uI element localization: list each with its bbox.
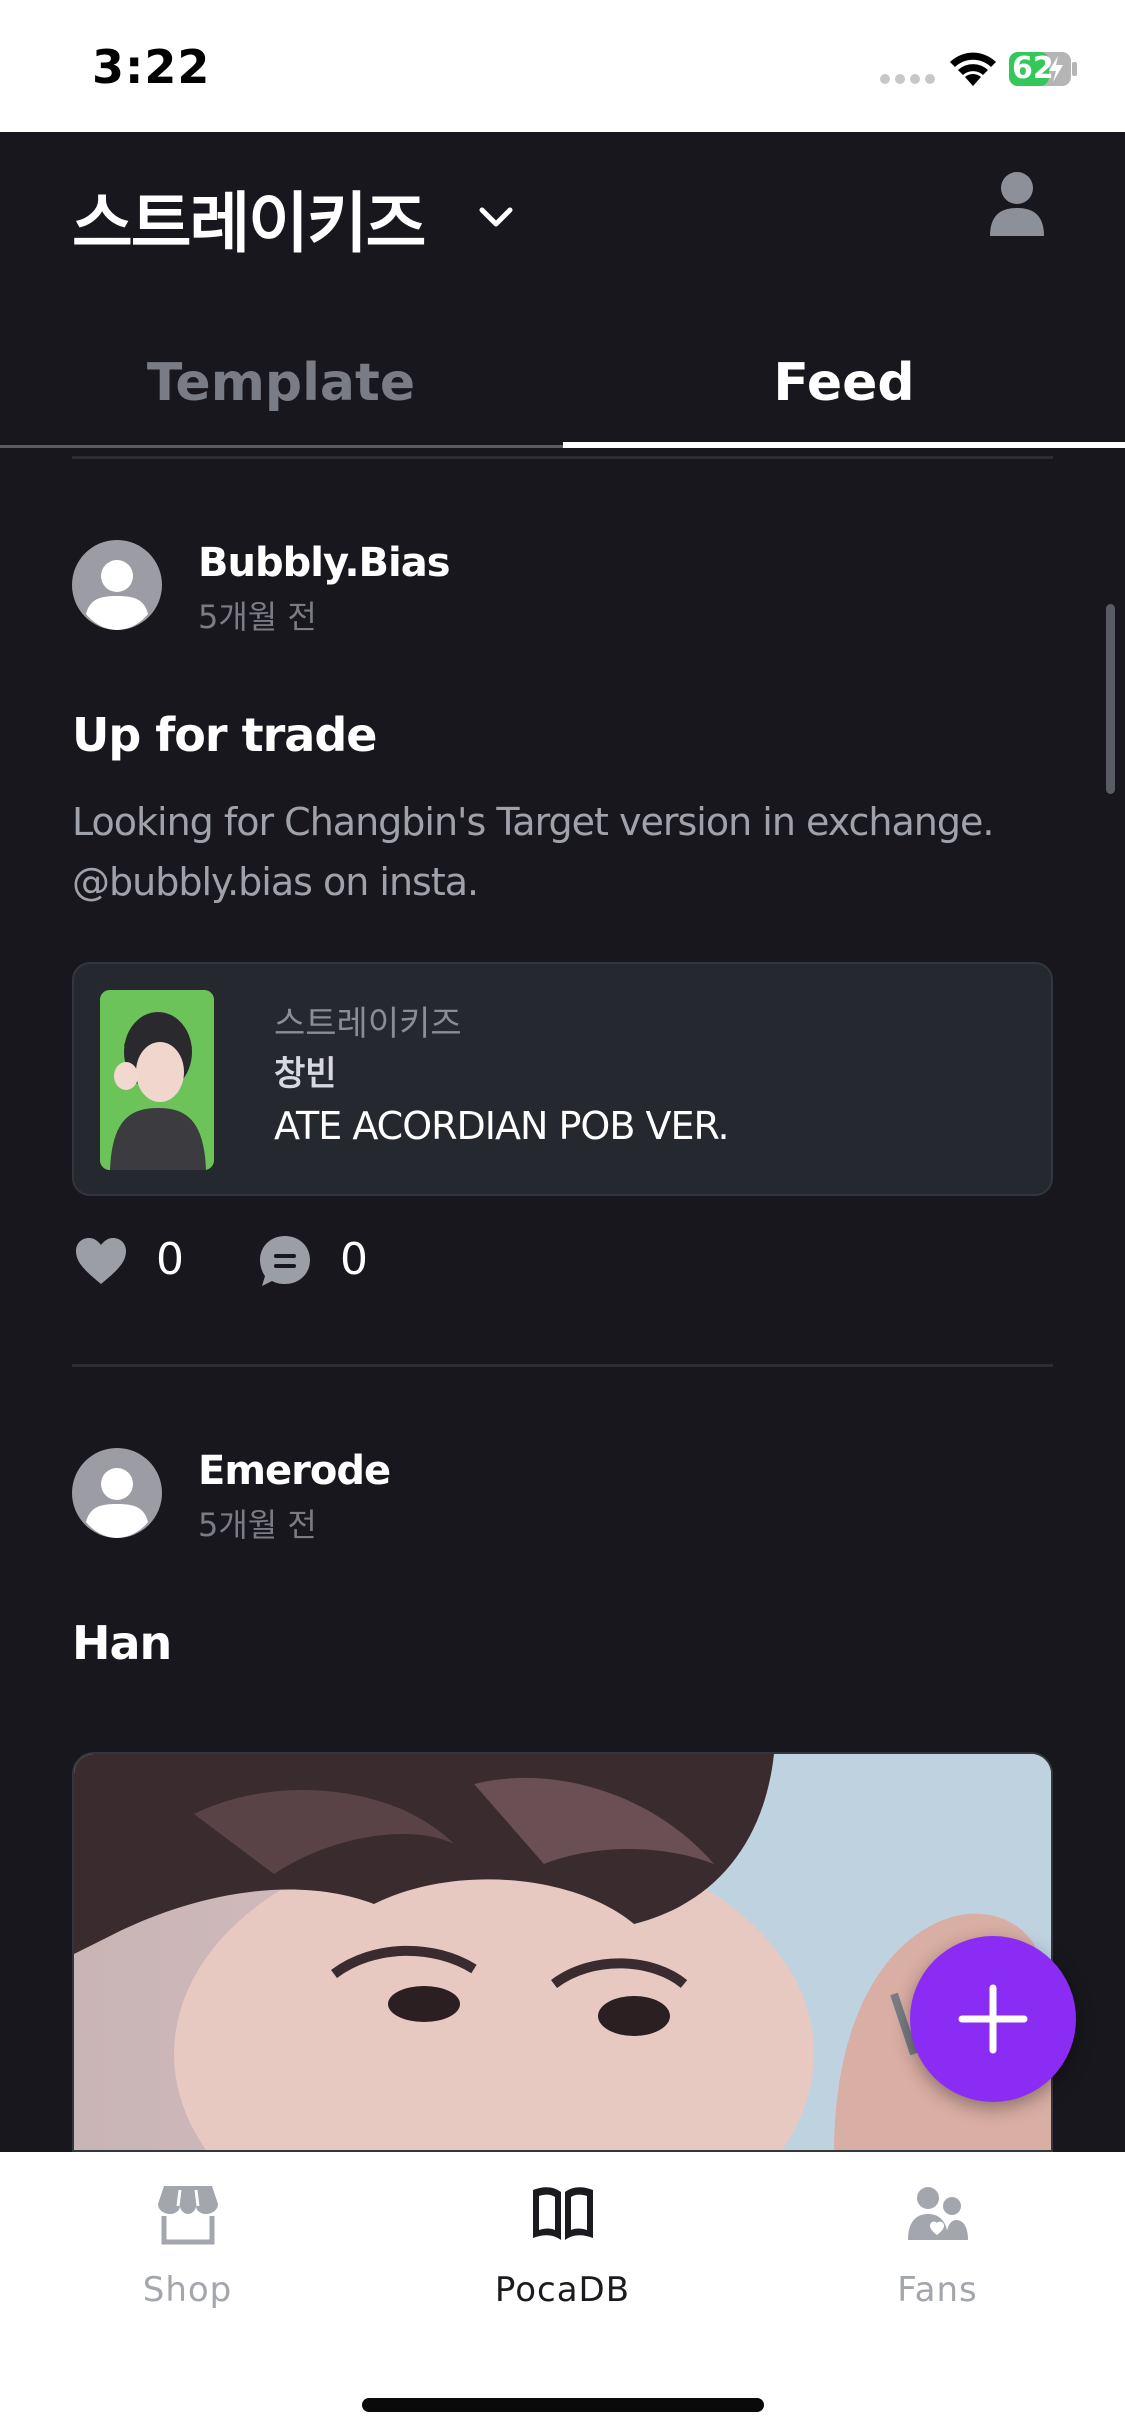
post-title: Up for trade: [72, 708, 377, 762]
post-stats: 0 0: [72, 1232, 572, 1292]
post-photo[interactable]: [72, 1752, 1053, 2152]
plus-icon: [958, 1984, 1028, 2054]
post-author[interactable]: Emerode: [198, 1448, 391, 1494]
nav-item-shop[interactable]: Shop: [0, 2182, 375, 2322]
status-bar: 3:22 62: [0, 0, 1125, 132]
post-body: Looking for Changbin's Target version in…: [72, 800, 994, 904]
post-time: 5개월 전: [198, 598, 317, 636]
card-group-name: 스트레이키즈: [274, 1004, 462, 1044]
nav-label-pocadb: PocaDB: [494, 2270, 631, 2310]
like-count: 0: [156, 1234, 184, 1285]
tab-feed[interactable]: Feed: [563, 320, 1125, 446]
tab-active-indicator: [563, 442, 1125, 448]
bottom-nav: Shop PocaDB Fans: [0, 2152, 1125, 2436]
nav-item-fans[interactable]: Fans: [750, 2182, 1125, 2322]
profile-icon[interactable]: [988, 170, 1046, 236]
shop-icon: [158, 2186, 218, 2245]
nav-label-fans: Fans: [897, 2270, 978, 2310]
scrollbar[interactable]: [1106, 604, 1115, 794]
post-title: Han: [72, 1616, 172, 1670]
tab-bar: Template Feed: [0, 320, 1125, 452]
book-icon: [533, 2187, 593, 2240]
user-avatar-icon: [86, 1468, 148, 1538]
home-indicator[interactable]: [362, 2398, 764, 2412]
cellular-signal-icon: [880, 74, 935, 84]
heart-icon[interactable]: [74, 1236, 128, 1286]
tab-underline: [0, 445, 563, 448]
feed-post[interactable]: Emerode 5개월 전 Han: [72, 1448, 1053, 2152]
battery-level: 62: [1012, 51, 1054, 86]
avatar[interactable]: [72, 540, 162, 630]
post-time: 5개월 전: [198, 1506, 317, 1544]
feed-post[interactable]: Bubbly.Bias 5개월 전 Up for trade Looking f…: [72, 540, 1053, 1300]
add-post-button[interactable]: [910, 1936, 1076, 2102]
post-author[interactable]: Bubbly.Bias: [198, 540, 451, 586]
avatar[interactable]: [72, 1448, 162, 1538]
feed-divider: [72, 456, 1053, 459]
card-title: ATE ACORDIAN POB VER.: [274, 1104, 730, 1148]
status-time: 3:22: [92, 40, 211, 94]
nav-label-shop: Shop: [142, 2270, 233, 2310]
nav-item-pocadb[interactable]: PocaDB: [375, 2182, 750, 2322]
comment-count: 0: [340, 1234, 368, 1285]
group-selector-title[interactable]: 스트레이키즈: [72, 170, 426, 266]
user-avatar-icon: [86, 560, 148, 630]
tab-template[interactable]: Template: [0, 320, 562, 446]
photocard-thumbnail: [100, 990, 214, 1170]
wifi-icon: [950, 52, 996, 86]
post-divider: [72, 1364, 1053, 1367]
photocard-card[interactable]: 스트레이키즈 창빈 ATE ACORDIAN POB VER.: [72, 962, 1053, 1196]
card-member-name: 창빈: [274, 1054, 337, 1094]
comment-icon[interactable]: [258, 1234, 312, 1288]
chevron-down-icon[interactable]: [474, 196, 518, 240]
fans-icon: [908, 2187, 968, 2240]
